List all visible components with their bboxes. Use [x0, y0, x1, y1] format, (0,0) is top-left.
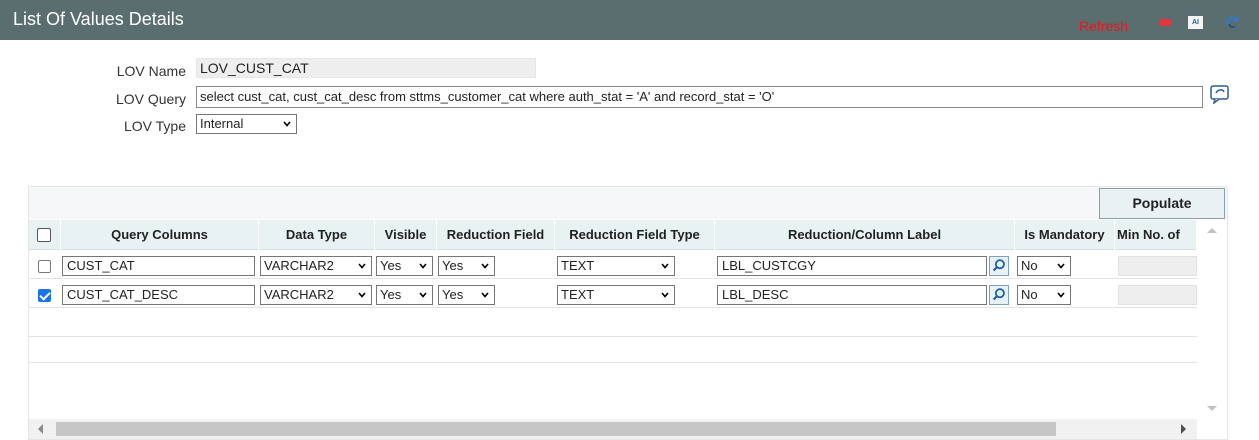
reduction-field-value: Yes	[442, 287, 464, 302]
export-icon[interactable]: AI	[1187, 15, 1204, 30]
empty-row	[29, 311, 1197, 337]
data-type-value: VARCHAR2	[264, 258, 334, 273]
refresh-link[interactable]: Refresh	[1079, 18, 1128, 34]
minimize-icon[interactable]	[1159, 19, 1171, 26]
column-label-input[interactable]: LBL_DESC	[717, 285, 987, 305]
query-column-input[interactable]: CUST_CAT	[62, 256, 255, 276]
is-mandatory-select[interactable]: No	[1017, 285, 1071, 305]
chevron-down-icon	[1057, 292, 1065, 298]
reduction-field-value: Yes	[442, 258, 464, 273]
scroll-up-icon[interactable]	[1207, 228, 1217, 233]
reduction-field-type-value: TEXT	[561, 287, 595, 302]
populate-button[interactable]: Populate	[1099, 188, 1225, 219]
min-no-of-input	[1118, 256, 1197, 276]
title-bar: List Of Values Details Refresh AI	[0, 0, 1259, 40]
exit-icon[interactable]	[1222, 12, 1242, 32]
row-checkbox[interactable]	[38, 260, 51, 273]
visible-value: Yes	[380, 258, 402, 273]
chevron-down-icon	[1057, 263, 1065, 269]
reduction-field-type-select[interactable]: TEXT	[557, 285, 675, 305]
data-type-select[interactable]: VARCHAR2	[260, 285, 372, 305]
visible-select[interactable]: Yes	[376, 256, 433, 276]
header-reduction-column-label: Reduction/Column Label	[715, 220, 1015, 250]
scroll-down-icon[interactable]	[1207, 406, 1217, 411]
lov-name-label: LOV Name	[116, 63, 186, 79]
chevron-down-icon	[358, 292, 366, 298]
header-data-type: Data Type	[259, 220, 375, 250]
lov-type-select[interactable]: Internal	[196, 114, 297, 134]
table-row: CUST_CAT VARCHAR2 Yes Yes TEXT LBL_CUSTC…	[29, 253, 1197, 279]
column-label-input[interactable]: LBL_CUSTCGY	[717, 256, 987, 276]
visible-select[interactable]: Yes	[376, 285, 433, 305]
header-visible: Visible	[375, 220, 437, 250]
reduction-field-type-select[interactable]: TEXT	[557, 256, 675, 276]
chevron-down-icon	[661, 263, 669, 269]
lov-name-field: LOV_CUST_CAT	[196, 58, 536, 78]
lov-type-label: LOV Type	[123, 118, 186, 134]
horizontal-scrollbar[interactable]	[29, 419, 1197, 439]
scroll-left-icon[interactable]	[38, 424, 43, 434]
is-mandatory-select[interactable]: No	[1017, 256, 1071, 276]
data-type-value: VARCHAR2	[264, 287, 334, 302]
window-title: List Of Values Details	[13, 9, 184, 29]
chevron-down-icon	[481, 292, 489, 298]
edit-query-icon[interactable]	[1210, 84, 1230, 104]
row-checkbox[interactable]	[38, 289, 51, 302]
is-mandatory-value: No	[1021, 258, 1038, 273]
chevron-down-icon	[283, 121, 291, 127]
visible-value: Yes	[380, 287, 402, 302]
header-is-mandatory: Is Mandatory	[1015, 220, 1115, 250]
grid-header: Query Columns Data Type Visible Reductio…	[29, 220, 1197, 250]
table-row: CUST_CAT_DESC VARCHAR2 Yes Yes TEXT LBL_…	[29, 282, 1197, 308]
query-columns-grid: Populate Query Columns Data Type Visible…	[28, 186, 1228, 440]
chevron-down-icon	[358, 263, 366, 269]
chevron-down-icon	[661, 292, 669, 298]
scrollbar-thumb[interactable]	[56, 422, 1056, 436]
header-min-no-of: Min No. of	[1115, 220, 1197, 250]
is-mandatory-value: No	[1021, 287, 1038, 302]
scroll-right-icon[interactable]	[1181, 424, 1186, 434]
header-query-columns: Query Columns	[61, 220, 259, 250]
chevron-down-icon	[481, 263, 489, 269]
vertical-scrollbar[interactable]	[1198, 220, 1227, 419]
query-column-input[interactable]: CUST_CAT_DESC	[62, 285, 255, 305]
select-all-checkbox[interactable]	[37, 228, 51, 242]
chevron-down-icon	[419, 263, 427, 269]
header-reduction-field: Reduction Field	[437, 220, 555, 250]
min-no-of-input	[1118, 285, 1197, 305]
lov-query-input[interactable]: select cust_cat, cust_cat_desc from sttm…	[196, 86, 1203, 108]
lov-type-value: Internal	[200, 116, 244, 131]
data-type-select[interactable]: VARCHAR2	[260, 256, 372, 276]
reduction-field-type-value: TEXT	[561, 258, 595, 273]
reduction-field-select[interactable]: Yes	[438, 256, 495, 276]
empty-row	[29, 337, 1197, 363]
search-icon[interactable]	[989, 256, 1009, 276]
search-icon[interactable]	[989, 285, 1009, 305]
header-reduction-field-type: Reduction Field Type	[555, 220, 715, 250]
reduction-field-select[interactable]: Yes	[438, 285, 495, 305]
grid-toolbar: Populate	[29, 187, 1227, 219]
chevron-down-icon	[419, 292, 427, 298]
lov-query-label: LOV Query	[115, 91, 186, 107]
